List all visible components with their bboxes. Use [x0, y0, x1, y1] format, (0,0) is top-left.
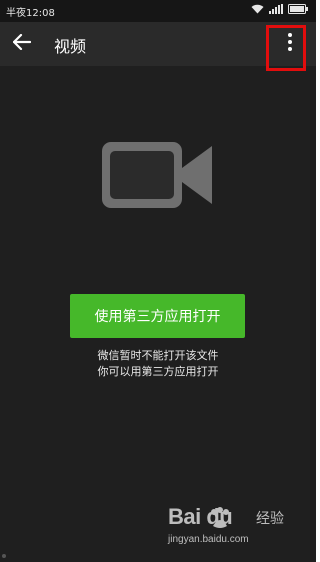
wifi-icon — [251, 4, 264, 14]
baidu-paw-icon — [208, 506, 232, 534]
video-camera-icon — [102, 142, 214, 208]
watermark-url: jingyan.baidu.com — [168, 534, 249, 545]
status-bar: 半夜12:08 — [0, 0, 316, 22]
unsupported-file-message: 微信暂时不能打开该文件 你可以用第三方应用打开 — [0, 348, 316, 380]
corner-dot — [2, 554, 6, 558]
more-options-button[interactable] — [276, 28, 304, 60]
app-bar: 视频 — [0, 22, 316, 66]
watermark-brand-cn: 经验 — [256, 511, 284, 527]
status-time: 半夜12:08 — [6, 8, 55, 19]
page-title: 视频 — [54, 37, 87, 56]
message-line-2: 你可以用第三方应用打开 — [97, 365, 219, 378]
back-arrow-icon — [12, 33, 32, 54]
baidu-jingyan-watermark: Bai du 经验 jingyan.baidu.com — [168, 504, 298, 552]
back-button[interactable] — [8, 30, 36, 58]
more-vertical-icon — [287, 32, 293, 56]
screen: 半夜12:08 视频 使用第三方应用打开 微信暂时不能打开该文件 你可以用第三方… — [0, 0, 316, 562]
message-line-1: 微信暂时不能打开该文件 — [97, 349, 219, 362]
signal-icon — [269, 4, 283, 14]
status-icons — [251, 4, 308, 14]
battery-icon — [288, 4, 308, 14]
open-with-third-party-button[interactable]: 使用第三方应用打开 — [70, 294, 245, 338]
